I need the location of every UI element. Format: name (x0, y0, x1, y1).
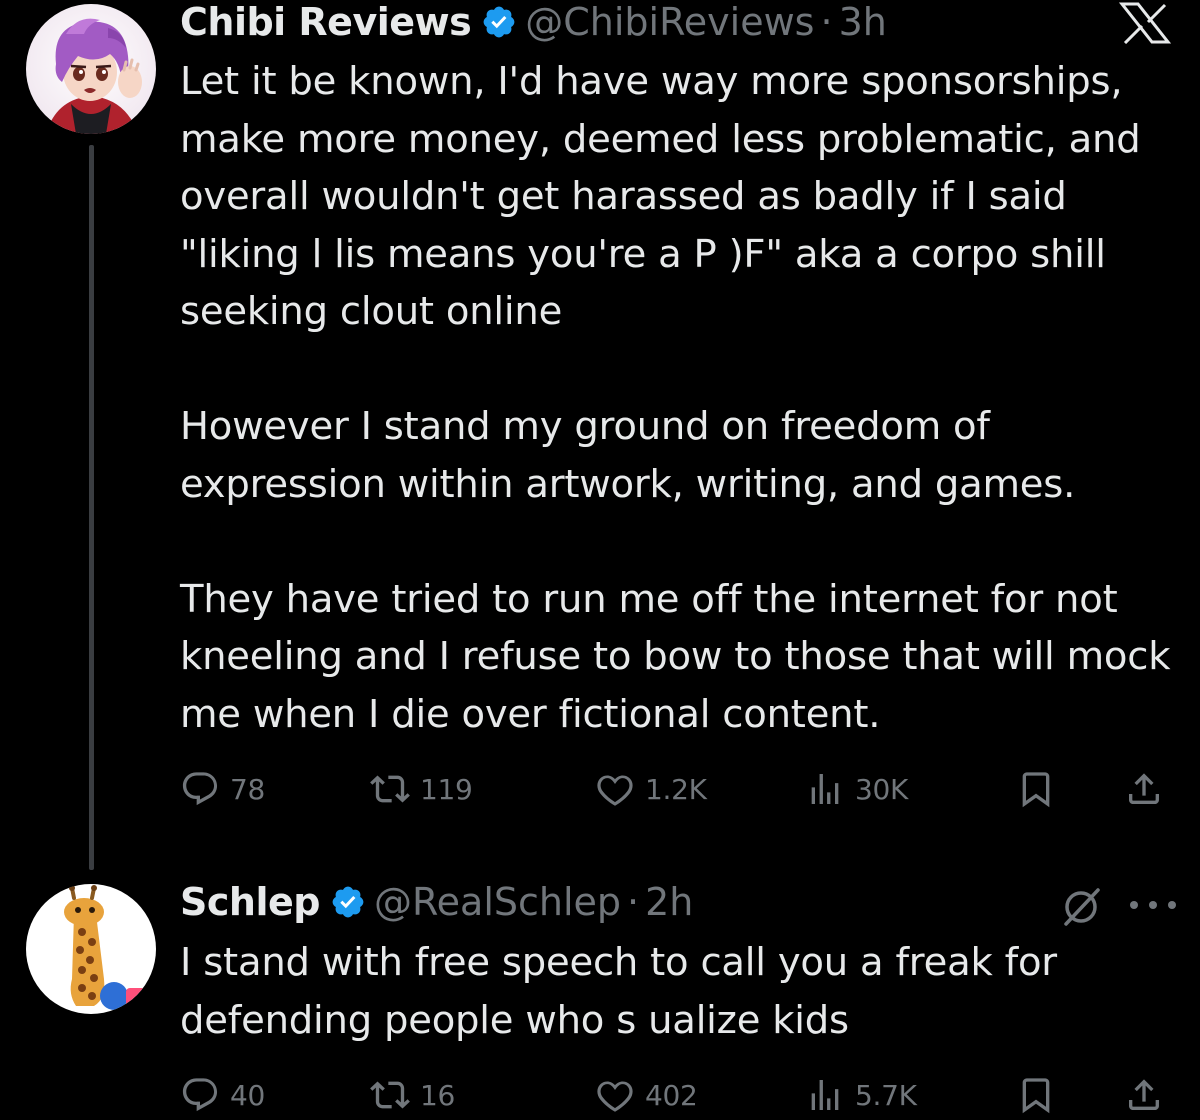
repost-button[interactable]: 119 (370, 764, 473, 814)
tweet-schlep[interactable]: Schlep @RealSchlep · 2h I stand with fre… (0, 870, 1200, 1114)
separator-dot: · (627, 880, 640, 924)
repost-count: 119 (420, 772, 473, 806)
repost-icon (370, 1081, 410, 1109)
views-button[interactable]: 30K (805, 764, 908, 814)
heart-icon (597, 775, 633, 806)
share-icon (1129, 773, 1159, 804)
reply-icon (182, 1078, 218, 1112)
tweet-chibi-reviews[interactable]: Chibi Reviews @ChibiReviews · 3h Let it … (0, 0, 1200, 870)
more-icon[interactable] (1130, 890, 1176, 920)
tweet-text: I stand with free speech to call you a f… (180, 934, 1180, 1049)
giraffe-avatar-icon (26, 884, 156, 1014)
avatar-chibi-reviews[interactable] (26, 4, 156, 134)
timestamp[interactable]: 2h (645, 880, 693, 924)
views-count: 5.7K (855, 1078, 917, 1112)
timestamp[interactable]: 3h (839, 0, 887, 44)
handle[interactable]: @RealSchlep (374, 880, 621, 924)
thread-line (89, 145, 94, 870)
views-icon (811, 774, 839, 804)
separator-dot: · (820, 0, 833, 44)
bookmark-icon (1022, 772, 1050, 808)
views-button[interactable]: 5.7K (805, 1070, 917, 1120)
verified-badge-icon (330, 884, 366, 920)
tweet-paragraph: However I stand my ground on freedom of … (180, 404, 1076, 507)
tweet-text: Let it be known, I'd have way more spons… (180, 53, 1180, 743)
tweet-paragraph: I stand with free speech to call you a f… (180, 940, 1057, 1043)
views-icon (811, 1080, 839, 1110)
verified-badge-icon (481, 4, 517, 40)
repost-button[interactable]: 16 (370, 1070, 455, 1120)
display-name[interactable]: Schlep (180, 880, 320, 924)
like-button[interactable]: 402 (595, 1070, 698, 1120)
reply-icon (182, 772, 218, 806)
reply-count: 40 (230, 1078, 266, 1112)
bookmark-button[interactable] (1014, 1070, 1058, 1120)
tweet-header: Chibi Reviews @ChibiReviews · 3h (180, 0, 887, 44)
tweet-header: Schlep @RealSchlep · 2h (180, 880, 693, 924)
tweet-actions: 40 16 402 5.7K (180, 1070, 1170, 1120)
views-count: 30K (855, 772, 909, 806)
like-button[interactable]: 1.2K (595, 764, 707, 814)
share-button[interactable] (1122, 764, 1166, 814)
reply-count: 78 (230, 772, 266, 806)
like-count: 1.2K (645, 772, 707, 806)
tweet-actions: 78 119 1.2K 30K (180, 764, 1170, 814)
repost-icon (370, 775, 410, 803)
display-name[interactable]: Chibi Reviews (180, 0, 472, 44)
anime-character-avatar-icon (26, 4, 156, 134)
handle[interactable]: @ChibiReviews (525, 0, 814, 44)
bookmark-icon (1022, 1078, 1050, 1114)
share-button[interactable] (1122, 1070, 1166, 1120)
tweet-paragraph: They have tried to run me off the intern… (180, 576, 1171, 737)
like-count: 402 (645, 1078, 698, 1112)
share-icon (1129, 1079, 1159, 1110)
heart-icon (597, 1081, 633, 1112)
reply-button[interactable]: 40 (180, 1070, 265, 1120)
avatar-schlep[interactable] (26, 884, 156, 1014)
tweet-paragraph: Let it be known, I'd have way more spons… (180, 59, 1141, 334)
bookmark-button[interactable] (1014, 764, 1058, 814)
grok-icon[interactable] (1056, 882, 1106, 932)
x-logo-icon[interactable] (1118, 2, 1172, 44)
repost-count: 16 (420, 1078, 456, 1112)
reply-button[interactable]: 78 (180, 764, 265, 814)
